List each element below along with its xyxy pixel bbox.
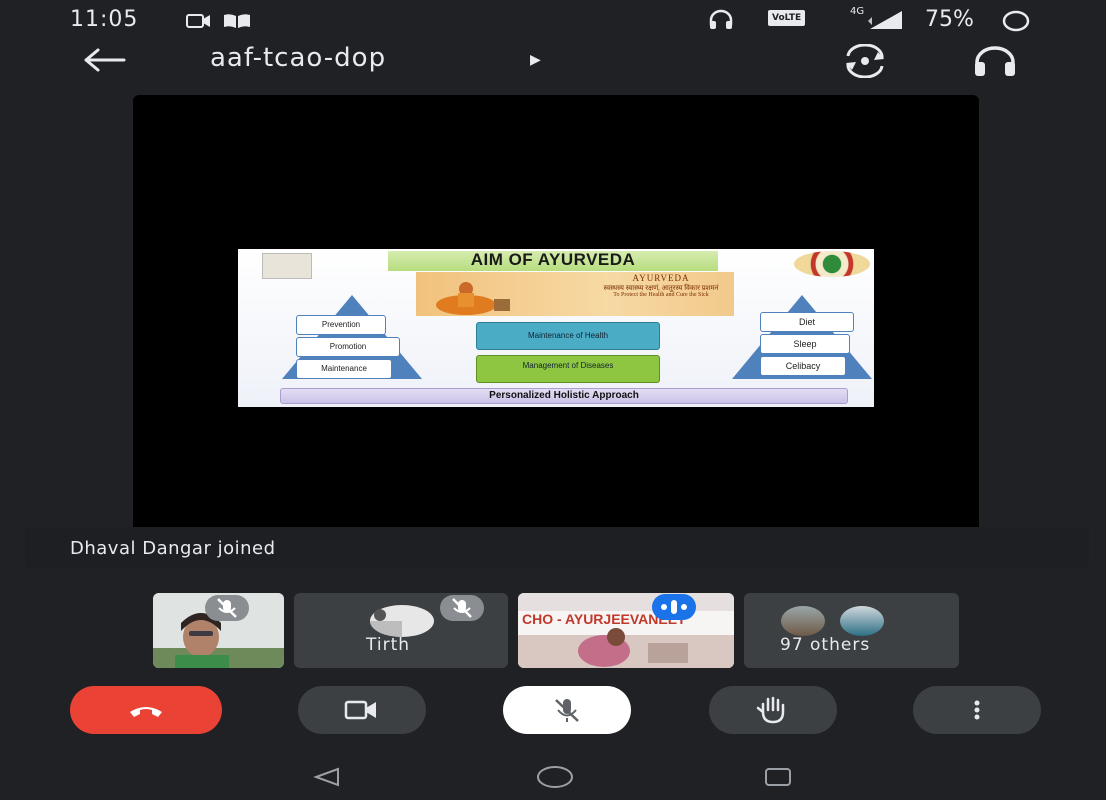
muted-badge: [440, 595, 484, 621]
more-options-button[interactable]: [913, 686, 1041, 734]
participant-avatar: [370, 605, 434, 637]
join-toast-text: Dhaval Dangar joined: [70, 538, 276, 559]
mic-off-icon: [217, 598, 237, 618]
pyramid-item-prevention: Prevention: [296, 315, 386, 335]
video-notification-icon: [186, 14, 210, 28]
system-nav-bar: [0, 752, 1106, 800]
recents-nav-icon[interactable]: [763, 766, 793, 788]
others-avatar-1: [781, 606, 825, 636]
more-vert-icon: [974, 700, 980, 720]
shared-slide: AIM OF AYURVEDA AYURVEDA स्वस्थस्य स्वास…: [238, 249, 874, 407]
switch-camera-icon[interactable]: [840, 44, 890, 78]
others-count-label: 97 others: [780, 635, 871, 655]
camera-toggle-button[interactable]: [298, 686, 426, 734]
back-arrow-icon[interactable]: [82, 48, 126, 72]
headset-status-icon: [709, 9, 733, 29]
meeting-code[interactable]: aaf-tcao-dop: [210, 43, 386, 73]
pyramid-item-promotion: Promotion: [296, 337, 400, 357]
meeting-details-arrow-icon[interactable]: ▶: [530, 52, 541, 68]
hang-up-icon: [130, 707, 162, 717]
audio-output-icon[interactable]: [972, 44, 1018, 78]
slide-title: AIM OF AYURVEDA: [470, 250, 636, 269]
maintenance-of-health-box: Maintenance of Health: [476, 322, 660, 350]
status-bar: 11:05 VoLTE 4G 75%: [0, 0, 1106, 40]
personalized-holistic-approach-bar: Personalized Holistic Approach: [280, 388, 848, 404]
others-avatar-2: [840, 606, 884, 636]
participant-tile-tirth[interactable]: Tirth: [294, 593, 508, 668]
ministry-logo: [262, 253, 312, 279]
battery-percent: 75%: [925, 7, 974, 32]
audio-level-icon: [661, 600, 687, 614]
participant-tile-presenter[interactable]: CHO - AYURJEEVANEET: [518, 593, 734, 668]
raise-hand-button[interactable]: [709, 686, 837, 734]
sage-illustration: [436, 282, 510, 315]
participant-name: Tirth: [366, 635, 411, 655]
video-camera-icon: [344, 700, 376, 720]
battery-saver-icon: [1002, 10, 1030, 32]
network-type-label: 4G: [850, 6, 865, 17]
management-of-diseases-box: Management of Diseases: [476, 355, 660, 383]
home-nav-icon[interactable]: [535, 764, 575, 790]
status-time: 11:05: [70, 7, 139, 32]
microphone-toggle-button[interactable]: [503, 686, 631, 734]
pyramid-item-maintenance: Maintenance: [296, 359, 392, 379]
end-call-button[interactable]: [70, 686, 222, 734]
raise-hand-icon: [756, 696, 785, 724]
pyramid-item-diet: Diet: [760, 312, 854, 332]
mic-off-icon: [555, 699, 579, 722]
mic-off-icon: [452, 598, 472, 618]
speaking-indicator: [652, 594, 696, 620]
participant-video: [518, 593, 734, 668]
participant-tile-others[interactable]: 97 others: [744, 593, 959, 668]
pyramid-item-celibacy: Celibacy: [760, 356, 846, 376]
banner-heading: AYURVEDA: [632, 273, 690, 283]
muted-badge: [205, 595, 249, 621]
banner-text-block: AYURVEDA स्वस्थस्य स्वास्थ्य रक्षणं, आतु…: [588, 273, 734, 299]
institute-logo: [794, 251, 870, 277]
pyramid-item-sleep: Sleep: [760, 334, 850, 354]
participant-tile-self[interactable]: [153, 593, 284, 668]
banner-sanskrit: स्वस्थस्य स्वास्थ्य रक्षणं, आतुरस्य विका…: [603, 284, 719, 292]
book-notification-icon: [224, 14, 250, 28]
signal-icon: [868, 11, 902, 29]
banner-english: To Protect the Health and Cure the Sick: [613, 292, 709, 298]
volte-badge: VoLTE: [768, 10, 806, 26]
back-nav-icon[interactable]: [312, 766, 342, 788]
